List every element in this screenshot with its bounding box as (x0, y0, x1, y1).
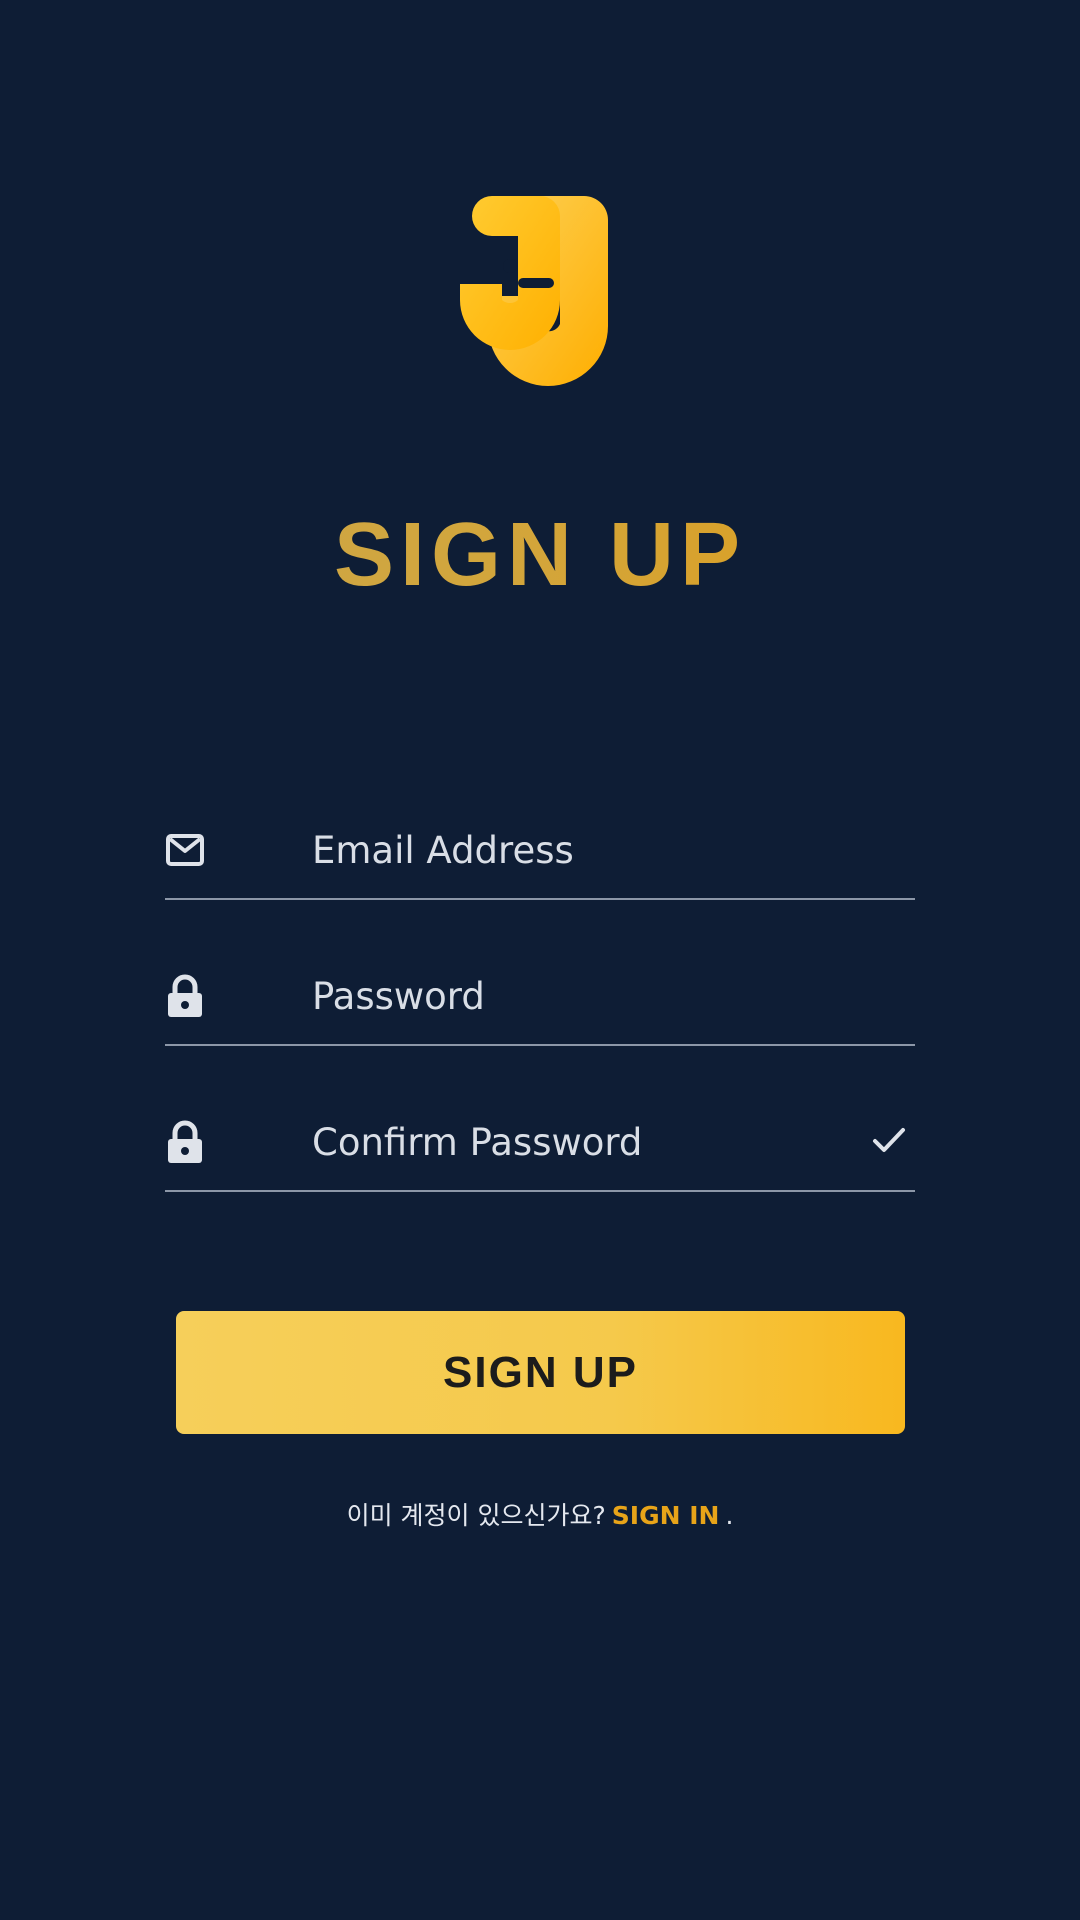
signin-prompt: 이미 계정이 있으신가요? SIGN IN. (0, 1498, 1080, 1534)
signin-link[interactable]: SIGN IN (612, 1501, 720, 1530)
jj-logo-icon (460, 196, 620, 392)
confirm-password-input[interactable] (312, 1112, 832, 1172)
email-input[interactable] (312, 820, 832, 880)
lock-icon (165, 1120, 205, 1164)
signin-question: 이미 계정이 있으신가요? (346, 1501, 606, 1530)
page-title: SIGN UP (0, 500, 1080, 610)
password-field[interactable] (165, 946, 915, 1046)
signin-suffix: . (725, 1501, 734, 1530)
signup-screen: SIGN UP Email Address SIGN UP 이미 계정이 있으신… (0, 0, 1080, 1920)
lock-icon (165, 974, 205, 1018)
check-icon (871, 1122, 907, 1158)
mail-icon (165, 828, 205, 872)
email-field[interactable] (165, 800, 915, 900)
signup-button[interactable]: SIGN UP (176, 1311, 905, 1434)
password-input[interactable] (312, 966, 832, 1026)
confirm-password-field[interactable] (165, 1092, 915, 1192)
